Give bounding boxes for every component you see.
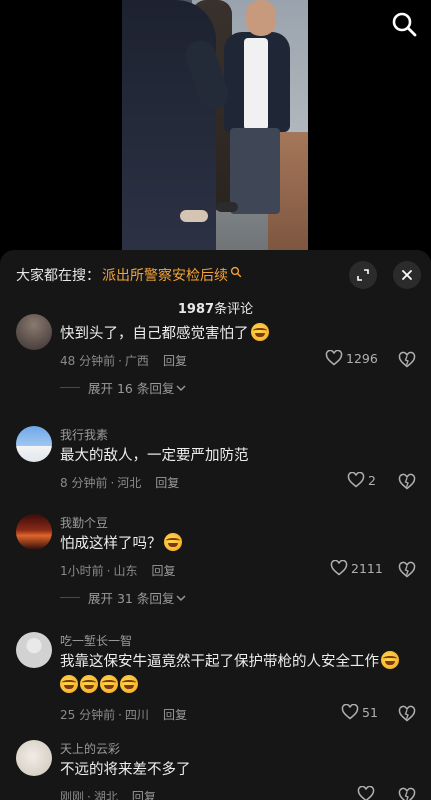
reply-button[interactable]: 回复 <box>155 474 179 491</box>
video-shoe <box>216 202 238 212</box>
avatar[interactable] <box>16 632 52 668</box>
comment-text-content: 怕成这样了吗？ <box>60 536 162 552</box>
meta-separator: · <box>106 563 111 578</box>
reply-button[interactable]: 回复 <box>163 352 187 369</box>
dislike-icon[interactable] <box>398 787 416 800</box>
like-button[interactable]: 2111 <box>330 560 383 576</box>
comment-text: 不远的将来差不多了 <box>60 758 412 782</box>
like-button[interactable] <box>357 786 378 800</box>
expand-icon <box>357 269 369 281</box>
dislike-icon[interactable] <box>398 351 416 369</box>
comment-location: 湖北 <box>93 790 118 800</box>
comment-list: 快到头了，自己都感觉害怕了 48 分钟前 · 广西 回复 1296 展开 16 <box>0 314 431 800</box>
comment-meta: 1小时前 · 山东 回复 <box>60 562 176 579</box>
comment-text-content: 我靠这保安牛逼竟然干起了保护带枪的人安全工作 <box>60 654 379 670</box>
reply-button[interactable]: 回复 <box>151 562 175 579</box>
laugh-cry-emoji-icon <box>163 533 182 551</box>
comment-username[interactable]: 我行我素 <box>60 426 108 443</box>
expand-replies[interactable]: 展开 16 条回复 <box>60 378 186 397</box>
video-player[interactable] <box>0 0 431 262</box>
comment-count-number: 1987 <box>177 302 215 317</box>
heart-icon <box>341 704 359 720</box>
comment-username[interactable]: 我勤个豆 <box>60 514 108 531</box>
like-button[interactable]: 51 <box>341 704 378 720</box>
close-icon <box>402 270 412 280</box>
reply-button[interactable]: 回复 <box>132 788 156 800</box>
expand-line <box>60 597 80 598</box>
comment-text: 最大的敌人，一定要严加防范 <box>60 444 412 468</box>
close-button[interactable] <box>393 261 421 289</box>
laugh-cry-emoji-icon <box>381 651 399 669</box>
comment-username[interactable]: 吃一堑长一智 <box>60 632 132 649</box>
video-shoe <box>180 210 208 222</box>
trending-search-query[interactable]: 派出所警察安检后续 <box>102 265 228 285</box>
comment-text: 怕成这样了吗？ <box>60 532 412 556</box>
comment-location: 山东 <box>113 564 138 578</box>
laugh-cry-emoji-icon <box>100 675 118 693</box>
comment-text: 快到头了，自己都感觉害怕了 <box>60 322 412 346</box>
expand-replies-label: 展开 31 条回复 <box>88 591 175 606</box>
avatar[interactable] <box>16 740 52 776</box>
laugh-cry-emoji-icon <box>250 323 269 341</box>
meta-separator: · <box>118 707 122 722</box>
comment-time: 刚刚 <box>60 790 85 800</box>
like-count: 1296 <box>346 350 378 366</box>
like-count: 51 <box>362 704 378 720</box>
trending-search-label: 大家都在搜： <box>16 268 100 284</box>
laugh-cry-emoji-icon <box>60 675 78 693</box>
like-button[interactable]: 1296 <box>325 350 378 366</box>
comment-sheet: 大家都在搜： 派出所警察安检后续 1987条评论 快到头了，自己都感觉害怕了 4… <box>0 250 431 800</box>
comment-time: 48 分钟前 <box>60 354 116 368</box>
video-person-head <box>246 0 276 36</box>
comment-username[interactable]: 天上的云彩 <box>60 740 120 757</box>
chevron-down-icon <box>176 595 186 601</box>
comment-location: 四川 <box>124 708 149 722</box>
comment-text-content: 快到头了，自己都感觉害怕了 <box>60 326 249 342</box>
meta-separator: · <box>110 475 115 490</box>
heart-icon <box>347 472 365 488</box>
meta-separator: · <box>118 353 122 368</box>
expand-replies[interactable]: 展开 31 条回复 <box>60 588 186 607</box>
dislike-icon[interactable] <box>398 473 416 491</box>
comment-time: 8 分钟前 <box>60 476 108 490</box>
video-frame[interactable] <box>122 0 308 252</box>
heart-icon <box>330 560 348 576</box>
comment-count: 1987条评论 <box>0 298 431 317</box>
heart-icon <box>325 350 343 366</box>
comment-meta: 48 分钟前 · 广西 回复 <box>60 352 187 369</box>
chevron-down-icon <box>176 385 186 391</box>
comment-meta: 25 分钟前 · 四川 回复 <box>60 706 187 723</box>
comment-meta: 8 分钟前 · 河北 回复 <box>60 474 179 491</box>
video-person-legs <box>230 128 280 214</box>
reply-button[interactable]: 回复 <box>163 706 187 723</box>
avatar[interactable] <box>16 426 52 462</box>
laugh-cry-emoji-icon <box>120 675 138 693</box>
search-small-icon <box>230 266 242 278</box>
like-button[interactable]: 2 <box>347 472 376 488</box>
comment-time: 1小时前 <box>60 564 104 578</box>
video-person-shirt <box>244 38 268 130</box>
dislike-icon[interactable] <box>398 561 416 579</box>
comment-meta: 刚刚 · 湖北 回复 <box>60 788 156 800</box>
dislike-icon[interactable] <box>398 705 416 723</box>
comment-location: 广西 <box>124 354 149 368</box>
trending-search[interactable]: 大家都在搜： 派出所警察安检后续 <box>16 264 242 286</box>
comment-text: 我靠这保安牛逼竟然干起了保护带枪的人安全工作 <box>60 650 412 698</box>
meta-separator: · <box>87 789 91 800</box>
avatar[interactable] <box>16 314 52 350</box>
search-icon[interactable] <box>390 10 418 38</box>
laugh-cry-emoji-icon <box>80 675 98 693</box>
comment-time: 25 分钟前 <box>60 708 116 722</box>
avatar[interactable] <box>16 514 52 550</box>
comment-count-suffix: 条评论 <box>214 302 254 317</box>
like-count: 2 <box>368 472 376 488</box>
fullscreen-button[interactable] <box>349 261 377 289</box>
like-count: 2111 <box>351 560 383 576</box>
expand-replies-label: 展开 16 条回复 <box>88 381 175 396</box>
heart-icon <box>357 786 375 800</box>
comment-text-content: 最大的敌人，一定要严加防范 <box>60 448 249 464</box>
comment-location: 河北 <box>117 476 142 490</box>
expand-line <box>60 387 80 388</box>
comment-text-content: 不远的将来差不多了 <box>60 762 191 778</box>
